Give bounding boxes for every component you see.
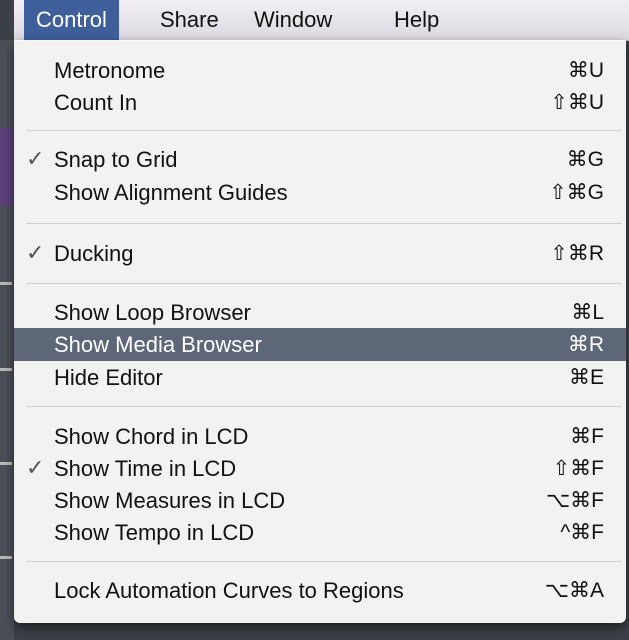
menu-item-shortcut: ⇧⌘G (549, 181, 604, 204)
menu-item-shortcut: ⇧⌘U (550, 91, 604, 114)
menu-item-shortcut: ⇧⌘F (552, 457, 604, 480)
menu-item-lock-automation-curves[interactable]: Lock Automation Curves to Regions ⌥⌘A (14, 574, 626, 607)
menubar-control[interactable]: Control (24, 0, 119, 40)
menu-separator (26, 406, 622, 407)
menu-item-shortcut: ⌘R (567, 333, 604, 356)
background-slider-tick (0, 556, 12, 559)
menu-item-show-media-browser[interactable]: Show Media Browser ⌘R (14, 328, 626, 361)
menu-item-show-alignment-guides[interactable]: Show Alignment Guides ⇧⌘G (14, 176, 626, 209)
menu-item-shortcut: ⌘L (571, 301, 604, 324)
checkmark-icon: ✓ (26, 455, 45, 480)
menu-item-metronome[interactable]: Metronome ⌘U (14, 54, 626, 87)
checkmark-icon: ✓ (26, 240, 45, 265)
menu-separator (26, 223, 622, 224)
menu-item-show-tempo-in-lcd[interactable]: Show Tempo in LCD ^⌘F (14, 516, 626, 549)
menu-item-label: Show Chord in LCD (54, 424, 249, 449)
menu-item-show-loop-browser[interactable]: Show Loop Browser ⌘L (14, 296, 626, 329)
menu-item-shortcut: ^⌘F (560, 521, 604, 544)
menu-item-label: Ducking (54, 241, 134, 266)
menu-separator (26, 130, 622, 131)
background-slider-tick (0, 282, 12, 285)
menu-item-count-in[interactable]: Count In ⇧⌘U (14, 86, 626, 119)
menu-item-label: Metronome (54, 58, 166, 83)
menu-item-show-chord-in-lcd[interactable]: Show Chord in LCD ⌘F (14, 420, 626, 453)
menu-item-ducking[interactable]: ✓ Ducking ⇧⌘R (14, 237, 626, 270)
menu-item-shortcut: ⌘F (570, 425, 604, 448)
menubar-window[interactable]: Window (242, 0, 344, 40)
background-region (0, 128, 14, 206)
menu-item-label: Show Time in LCD (54, 456, 237, 481)
menu-item-label: Lock Automation Curves to Regions (54, 578, 404, 603)
menu-item-shortcut: ⌥⌘F (545, 489, 604, 512)
menu-item-label: Hide Editor (54, 365, 163, 390)
background-slider-tick (0, 462, 12, 465)
menu-item-label: Show Media Browser (54, 332, 262, 357)
menu-item-snap-to-grid[interactable]: ✓ Snap to Grid ⌘G (14, 143, 626, 176)
menu-item-label: Show Tempo in LCD (54, 520, 255, 545)
menu-item-show-time-in-lcd[interactable]: ✓ Show Time in LCD ⇧⌘F (14, 452, 626, 485)
menu-item-label: Show Alignment Guides (54, 180, 288, 205)
background-slider-tick (0, 368, 12, 371)
menu-item-show-measures-in-lcd[interactable]: Show Measures in LCD ⌥⌘F (14, 484, 626, 517)
menu-item-label: Show Loop Browser (54, 300, 251, 325)
menu-item-label: Show Measures in LCD (54, 488, 286, 513)
menu-separator (26, 283, 622, 284)
menu-item-shortcut: ⌘E (568, 366, 604, 389)
menu-item-hide-editor[interactable]: Hide Editor ⌘E (14, 361, 626, 394)
menu-item-label: Snap to Grid (54, 147, 178, 172)
menu-item-shortcut: ⇧⌘R (550, 242, 604, 265)
menubar-help[interactable]: Help (382, 0, 451, 40)
menu-item-shortcut: ⌘U (567, 59, 604, 82)
menu-item-shortcut: ⌥⌘A (544, 579, 604, 602)
menubar-share[interactable]: Share (148, 0, 231, 40)
checkmark-icon: ✓ (26, 146, 45, 171)
menu-separator (26, 561, 622, 562)
menu-bar: Control Share Window Help (14, 0, 629, 41)
menu-item-label: Count In (54, 90, 138, 115)
control-menu: Metronome ⌘U Count In ⇧⌘U ✓ Snap to Grid… (14, 40, 626, 623)
menu-item-shortcut: ⌘G (566, 148, 604, 171)
